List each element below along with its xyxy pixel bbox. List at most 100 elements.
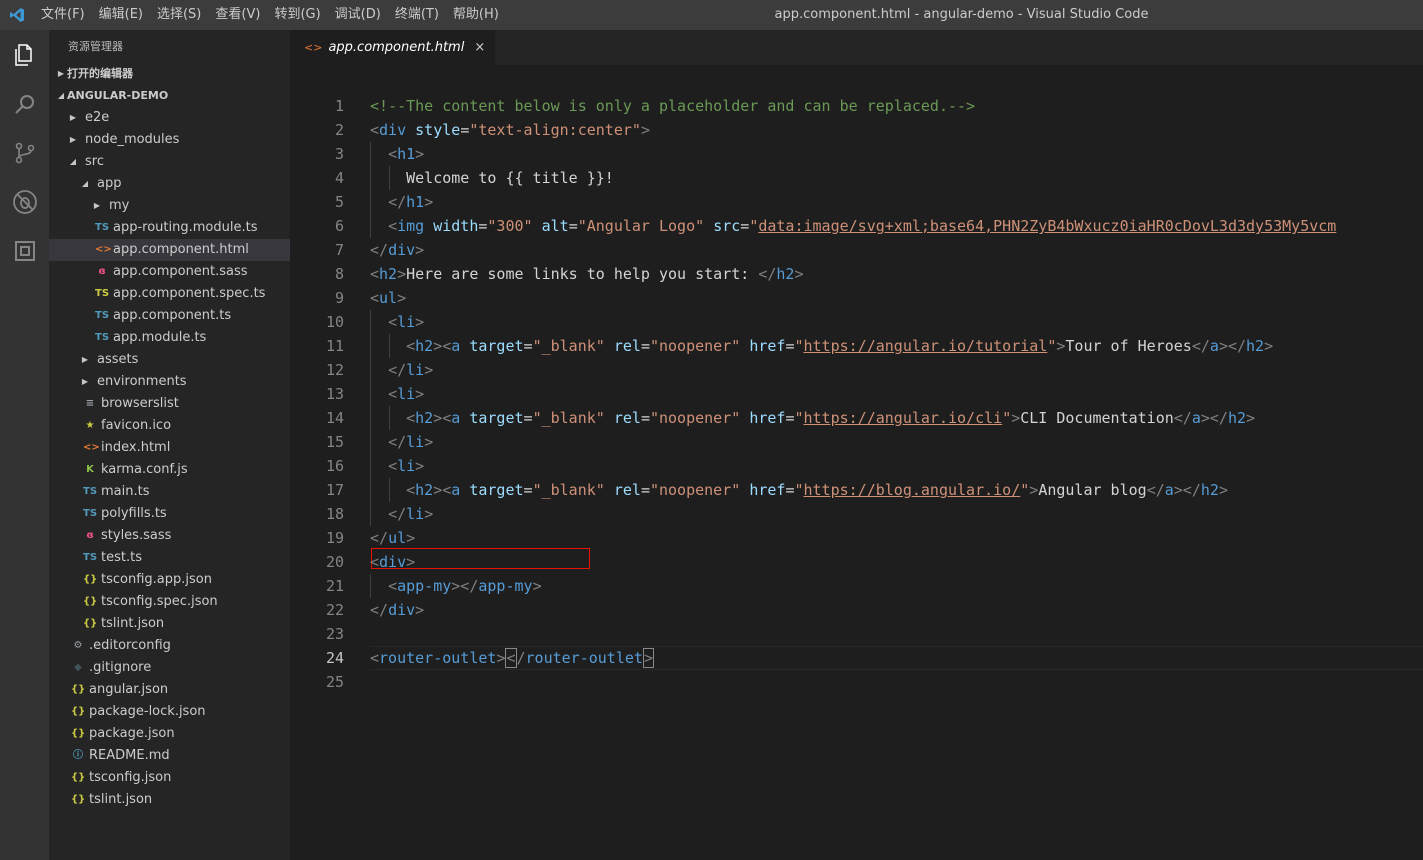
tree-file[interactable]: {} tsconfig.app.json [49, 569, 290, 591]
tree-file[interactable]: {} package.json [49, 723, 290, 745]
code-token: </ [1173, 409, 1192, 427]
tree-file[interactable]: TS app.module.ts [49, 327, 290, 349]
tree-file[interactable]: ≡ browserslist [49, 393, 290, 415]
tree-file[interactable]: <> app.component.html [49, 239, 290, 261]
code-token: Tour of Heroes [1065, 337, 1192, 355]
tree-file[interactable]: {} tslint.json [49, 789, 290, 811]
code-token: / [516, 649, 526, 667]
line-number: 22 [325, 601, 344, 619]
tree-folder[interactable]: ▶ environments [49, 371, 290, 393]
tree-item-label: package-lock.json [89, 704, 206, 719]
json-icon: {} [83, 574, 98, 585]
code-token: </ [370, 529, 389, 547]
menu-item[interactable]: 选择(S) [150, 0, 208, 30]
code-token: < [406, 409, 416, 427]
code-token: = [640, 337, 650, 355]
line-number: 9 [334, 289, 344, 307]
code-token: > [640, 121, 650, 139]
tab-app-component-html[interactable]: <> app.component.html × [290, 30, 496, 65]
tree-folder[interactable]: ▶ e2e [49, 107, 290, 129]
close-icon[interactable]: × [474, 40, 485, 55]
menu-item[interactable]: 帮助(H) [446, 0, 506, 30]
code-token: a [451, 409, 461, 427]
tree-folder[interactable]: ◢ app [49, 173, 290, 195]
search-icon[interactable] [0, 79, 49, 128]
line-number: 2 [334, 121, 344, 139]
menu-item[interactable]: 调试(D) [328, 0, 388, 30]
tree-file[interactable]: ⓘ README.md [49, 745, 290, 767]
file-tree: ▶ e2e ▶ node_modules ◢ src ◢ app ▶ my TS app-routin… [49, 107, 290, 811]
extensions-icon[interactable] [0, 226, 49, 275]
menu-item[interactable]: 查看(V) [208, 0, 267, 30]
line-number: 21 [325, 577, 344, 595]
tree-file[interactable]: {} tsconfig.spec.json [49, 591, 290, 613]
tree-file[interactable]: ⚙ .editorconfig [49, 635, 290, 657]
code-line: 25 [290, 670, 1423, 694]
tree-file[interactable]: TS main.ts [49, 481, 290, 503]
tree-file[interactable]: {} tslint.json [49, 613, 290, 635]
info-icon: ⓘ [73, 750, 83, 761]
code-token: > [532, 577, 542, 595]
tree-file[interactable]: TS app.component.spec.ts [49, 283, 290, 305]
code-token: rel [613, 409, 641, 427]
debug-icon[interactable] [0, 177, 49, 226]
code-token: " [1002, 409, 1012, 427]
tree-item-label: app.component.sass [113, 264, 248, 279]
open-editors-section[interactable]: ▶ 打开的编辑器 [49, 63, 290, 85]
source-control-icon[interactable] [0, 128, 49, 177]
explorer-sidebar: 资源管理器 ▶ 打开的编辑器 ◢ ANGULAR-DEMO ▶ e2e ▶ node_… [49, 30, 290, 860]
code-area[interactable]: 1 <!--The content below is only a placeho… [290, 65, 1423, 860]
files-icon[interactable] [0, 30, 49, 79]
code-token: style [415, 121, 461, 139]
tree-file[interactable]: TS app.component.ts [49, 305, 290, 327]
code-token: < [388, 385, 398, 403]
tree-file[interactable]: TS app-routing.module.ts [49, 217, 290, 239]
tree-file[interactable]: TS polyfills.ts [49, 503, 290, 525]
menu-item[interactable]: 文件(F) [34, 0, 92, 30]
tree-file[interactable]: ◆ .gitignore [49, 657, 290, 679]
code-token: https://blog.angular.io/ [803, 481, 1021, 499]
menu-item[interactable]: 转到(G) [267, 0, 327, 30]
code-line: 10 <li> [290, 310, 1423, 334]
tree-item-label: tsconfig.spec.json [101, 594, 218, 609]
gear-icon: ⚙ [73, 640, 83, 651]
tree-folder[interactable]: ▶ my [49, 195, 290, 217]
tree-folder[interactable]: ◢ src [49, 151, 290, 173]
tree-folder[interactable]: ▶ node_modules [49, 129, 290, 151]
line-content: <h1> [370, 142, 424, 166]
line-content: <router-outlet></router-outlet> [370, 646, 654, 670]
tree-file[interactable]: {} angular.json [49, 679, 290, 701]
code-token: href [749, 481, 786, 499]
code-token: > [415, 313, 425, 331]
tree-file[interactable]: ɞ styles.sass [49, 525, 290, 547]
line-number: 15 [325, 433, 344, 451]
line-number: 19 [325, 529, 344, 547]
tree-file[interactable]: Kkarma.conf.js [49, 459, 290, 481]
code-token: li [406, 361, 425, 379]
tree-file[interactable]: {} tsconfig.json [49, 767, 290, 789]
tree-file[interactable]: TS test.ts [49, 547, 290, 569]
tree-item-label: app [97, 176, 122, 191]
project-section[interactable]: ◢ ANGULAR-DEMO [49, 85, 290, 107]
typescript-icon: TS [83, 552, 98, 563]
tree-folder[interactable]: ▶ assets [49, 349, 290, 371]
code-token: ></ [451, 577, 479, 595]
tab-bar: <> app.component.html × [290, 30, 1423, 65]
code-token: width [433, 217, 479, 235]
menu-item[interactable]: 编辑(E) [92, 0, 150, 30]
tree-file[interactable]: {} package-lock.json [49, 701, 290, 723]
tree-file[interactable]: <> index.html [49, 437, 290, 459]
code-token: </ [1146, 481, 1165, 499]
chevron-right-icon: ▶ [69, 113, 77, 122]
chevron-down-icon: ◢ [69, 157, 77, 166]
tree-file[interactable]: ★ favicon.ico [49, 415, 290, 437]
menu-item[interactable]: 终端(T) [388, 0, 446, 30]
tree-file[interactable]: ɞ app.component.sass [49, 261, 290, 283]
code-token: < [388, 313, 398, 331]
